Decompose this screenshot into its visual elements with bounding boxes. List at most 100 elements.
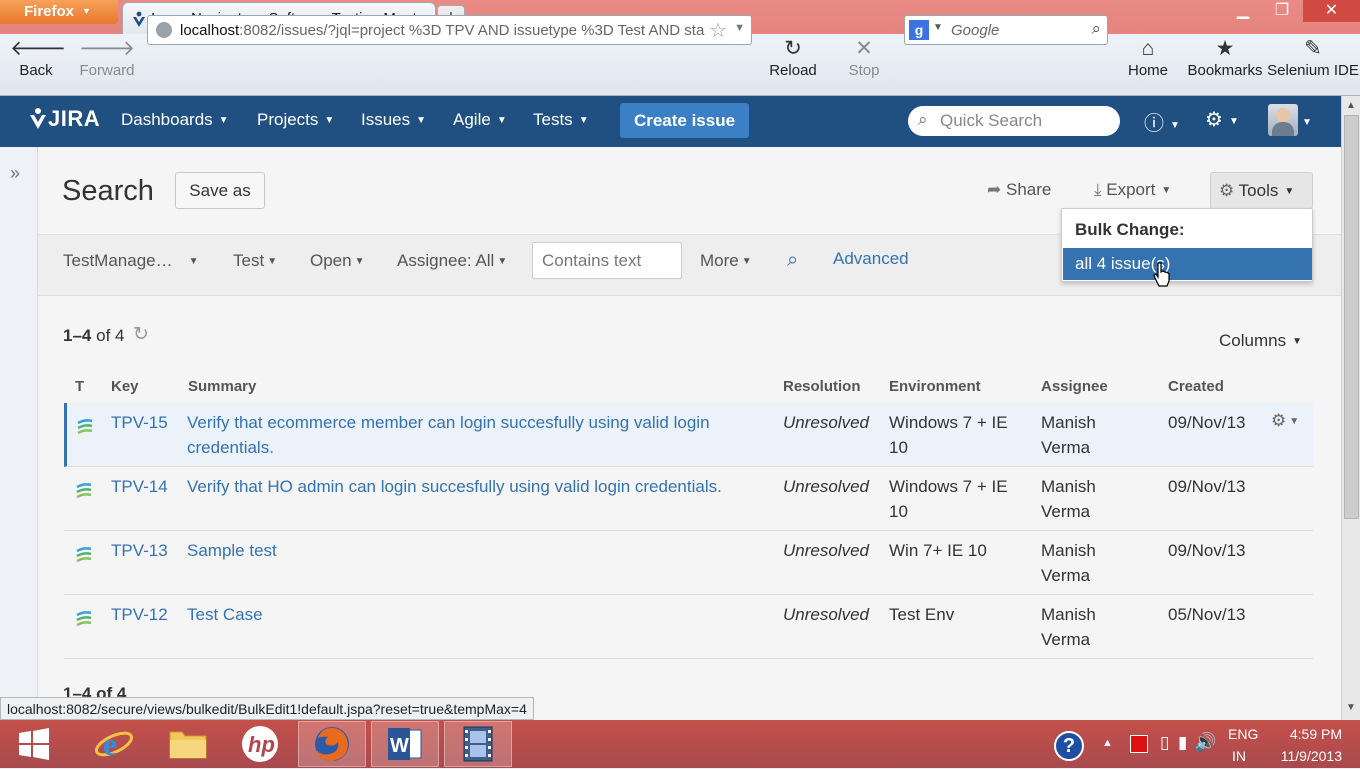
admin-menu[interactable]: ⚙ ▼	[1205, 107, 1239, 132]
issue-summary[interactable]: Sample test	[187, 538, 762, 563]
issue-summary[interactable]: Test Case	[187, 602, 762, 627]
help-menu[interactable]: ⓘ ▼	[1144, 107, 1180, 136]
url-history-dropdown-icon[interactable]: ▼	[734, 22, 745, 34]
menu-projects-label: Projects	[257, 110, 319, 129]
clock[interactable]: 4:59 PM 11/9/2013	[1272, 726, 1342, 764]
web-search-input[interactable]: g ▼ Google ⌕	[904, 15, 1108, 45]
scrollbar-thumb[interactable]	[1344, 115, 1359, 519]
save-as-button[interactable]: Save as	[175, 172, 265, 209]
user-avatar[interactable]	[1268, 104, 1298, 136]
status-filter[interactable]: Open ▼	[310, 251, 365, 271]
file-explorer-taskbar[interactable]	[154, 721, 222, 767]
word-taskbar[interactable]: W	[371, 721, 439, 767]
issue-key[interactable]: TPV-12	[111, 602, 168, 627]
more-filter[interactable]: More ▼	[700, 251, 752, 271]
issue-key[interactable]: TPV-14	[111, 474, 168, 499]
volume-icon[interactable]: 🔊	[1194, 732, 1216, 753]
hp-taskbar[interactable]: hp	[226, 721, 294, 767]
start-button[interactable]	[4, 721, 72, 767]
col-header-created[interactable]: Created	[1168, 378, 1224, 395]
share-icon: ➦	[987, 180, 1002, 199]
bulk-change-all-issues[interactable]: all 4 issue(s)	[1063, 248, 1312, 280]
test-type-icon	[76, 483, 92, 499]
issue-assignee[interactable]: Manish Verma	[1041, 410, 1131, 460]
advanced-link[interactable]: Advanced	[833, 249, 909, 269]
show-hidden-icons-icon[interactable]: ▲	[1102, 737, 1113, 749]
menu-tests[interactable]: Tests ▼	[533, 110, 589, 130]
table-row[interactable]: TPV-12 Test Case Unresolved Test Env Man…	[64, 595, 1313, 659]
menu-projects[interactable]: Projects ▼	[257, 110, 334, 130]
home-button[interactable]: ⌂ Home	[1122, 36, 1174, 79]
search-icon[interactable]: ⌕	[1091, 19, 1101, 39]
expand-sidebar-icon[interactable]: »	[10, 163, 20, 184]
google-engine-icon[interactable]: g	[909, 20, 929, 40]
url-bar[interactable]: localhost:8082/issues/?jql=project %3D T…	[147, 15, 752, 45]
issue-environment: Test Env	[889, 605, 955, 624]
scroll-down-icon[interactable]: ▼	[1346, 702, 1356, 713]
menu-issues[interactable]: Issues ▼	[361, 110, 426, 130]
jira-logo-icon	[30, 108, 46, 129]
network-icon[interactable]: ▮	[1178, 733, 1187, 753]
project-filter[interactable]: TestManage… ▼	[63, 251, 199, 271]
col-header-resolution[interactable]: Resolution	[783, 378, 861, 395]
menu-agile[interactable]: Agile ▼	[453, 110, 507, 130]
table-row[interactable]: TPV-13 Sample test Unresolved Win 7+ IE …	[64, 531, 1313, 595]
refresh-icon[interactable]: ↻	[133, 323, 149, 346]
flag-tray-icon[interactable]	[1130, 735, 1148, 753]
arrow-left-icon: 🡐	[10, 37, 67, 60]
create-issue-button[interactable]: Create issue	[620, 103, 749, 138]
reload-button[interactable]: ↻ Reload	[762, 36, 824, 79]
vertical-scrollbar[interactable]: ▲ ▼	[1341, 96, 1360, 720]
stop-label: Stop	[848, 62, 880, 79]
row-actions-button[interactable]: ⚙ ▼	[1271, 411, 1299, 431]
issue-summary[interactable]: Verify that HO admin can login succesful…	[187, 474, 762, 499]
reload-icon: ↻	[784, 37, 802, 60]
maximize-icon[interactable]: ❐	[1262, 0, 1302, 22]
scroll-up-icon[interactable]: ▲	[1346, 100, 1356, 111]
issue-key[interactable]: TPV-15	[111, 410, 168, 435]
input-language[interactable]: ENG IN	[1228, 726, 1258, 764]
chevron-down-icon: ▼	[188, 256, 199, 267]
columns-button[interactable]: Columns ▼	[1219, 331, 1302, 351]
issue-key[interactable]: TPV-13	[111, 538, 168, 563]
share-button[interactable]: ➦ Share	[987, 180, 1051, 200]
battery-icon[interactable]: ▯	[1160, 733, 1169, 753]
table-row[interactable]: TPV-14 Verify that HO admin can login su…	[64, 467, 1313, 531]
issue-assignee[interactable]: Manish Verma	[1041, 474, 1131, 524]
col-header-type[interactable]: T	[75, 378, 84, 395]
jira-logo[interactable]: JIRA	[28, 106, 100, 132]
col-header-environment[interactable]: Environment	[889, 378, 981, 395]
assignee-filter[interactable]: Assignee: All ▼	[397, 251, 507, 271]
media-taskbar[interactable]	[444, 721, 512, 767]
bookmarks-button[interactable]: ★ Bookmarks	[1184, 36, 1266, 79]
selenium-ide-button[interactable]: ✎ Selenium IDE	[1266, 36, 1360, 79]
contains-text-input[interactable]: Contains text	[532, 242, 682, 279]
stop-button[interactable]: ✕ Stop	[838, 36, 890, 79]
search-icon[interactable]: ⌕	[787, 249, 798, 272]
firefox-menu-button[interactable]: Firefox ▼	[0, 0, 118, 24]
quick-search-input[interactable]: ⌕ Quick Search	[908, 106, 1120, 136]
internet-explorer-taskbar[interactable]: e	[80, 721, 148, 767]
back-button[interactable]: 🡐 Back	[10, 36, 67, 79]
tools-button[interactable]: ⚙ Tools ▼	[1210, 172, 1313, 209]
issue-assignee[interactable]: Manish Verma	[1041, 602, 1131, 652]
issue-summary[interactable]: Verify that ecommerce member can login s…	[187, 410, 762, 460]
firefox-taskbar[interactable]	[298, 721, 366, 767]
bookmark-star-icon[interactable]: ☆	[705, 18, 727, 43]
col-header-assignee[interactable]: Assignee	[1041, 378, 1108, 395]
issue-environment: Win 7+ IE 10	[889, 541, 987, 560]
chevron-down-icon[interactable]: ▼	[1302, 110, 1312, 133]
type-filter[interactable]: Test ▼	[233, 251, 277, 271]
issue-assignee[interactable]: Manish Verma	[1041, 538, 1131, 588]
col-header-key[interactable]: Key	[111, 378, 139, 395]
export-button[interactable]: ⤓ Export ▼	[1094, 180, 1171, 200]
minimize-icon[interactable]: ▁	[1226, 0, 1260, 22]
col-header-summary[interactable]: Summary	[188, 378, 256, 395]
help-tray-icon[interactable]: ?	[1054, 731, 1084, 761]
menu-dashboards[interactable]: Dashboards ▼	[121, 110, 229, 130]
back-label: Back	[19, 62, 53, 79]
close-icon[interactable]: ✕	[1303, 0, 1360, 22]
forward-button[interactable]: 🡒 Forward	[74, 36, 140, 79]
engine-dropdown-icon[interactable]: ▼	[933, 22, 943, 33]
table-row[interactable]: TPV-15 Verify that ecommerce member can …	[64, 403, 1313, 467]
